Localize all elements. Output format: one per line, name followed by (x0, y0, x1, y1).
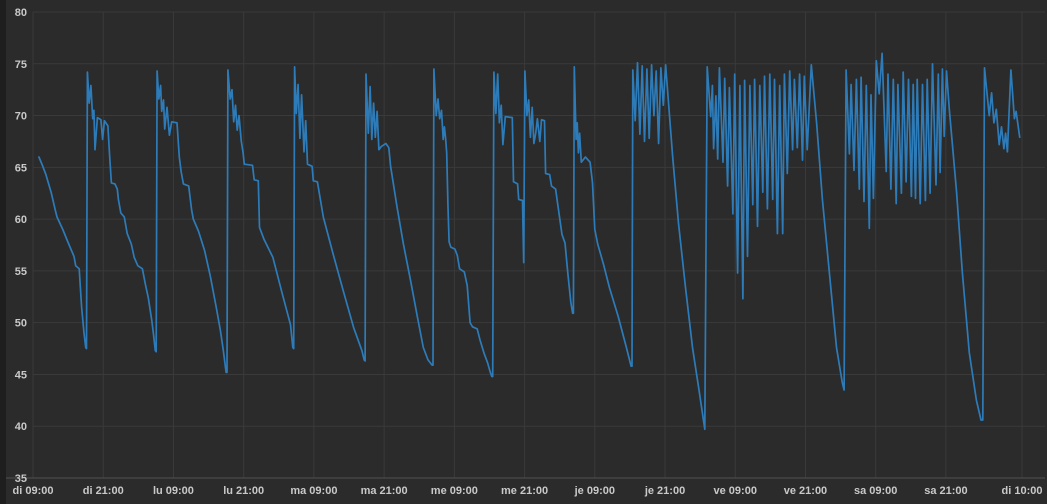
x-tick-label: di 10:00 (1002, 485, 1043, 497)
y-tick-label: 80 (15, 7, 27, 19)
x-tick-label: ve 09:00 (714, 485, 757, 497)
y-tick-label: 70 (15, 111, 27, 123)
x-tick-label: ma 21:00 (361, 485, 408, 497)
x-tick-label: di 21:00 (83, 485, 124, 497)
time-series-chart[interactable]: 35 40 45 50 55 60 65 70 75 80 di 09:00 di 21:00 lu 0… (0, 0, 1047, 504)
y-tick-label: 50 (15, 318, 27, 330)
panel-background (6, 0, 1047, 504)
x-axis-labels: di 09:00 di 21:00 lu 09:00 lu 21:00 ma 09:00… (13, 485, 1043, 497)
x-tick-label: me 09:00 (431, 485, 478, 497)
x-tick-label: ve 21:00 (784, 485, 827, 497)
x-tick-label: lu 21:00 (223, 485, 264, 497)
x-tick-label: ma 09:00 (290, 485, 337, 497)
x-tick-label: me 21:00 (501, 485, 548, 497)
y-tick-label: 40 (15, 421, 27, 433)
y-tick-label: 55 (15, 266, 27, 278)
x-tick-label: lu 09:00 (153, 485, 194, 497)
x-tick-label: di 09:00 (13, 485, 54, 497)
y-tick-label: 35 (15, 473, 27, 485)
graph-panel: 35 40 45 50 55 60 65 70 75 80 di 09:00 di 21:00 lu 0… (0, 0, 1047, 504)
x-tick-label: je 21:00 (644, 485, 685, 497)
x-tick-label: sa 21:00 (924, 485, 967, 497)
y-tick-label: 60 (15, 214, 27, 226)
y-tick-label: 45 (15, 369, 27, 381)
x-tick-label: je 09:00 (574, 485, 615, 497)
y-tick-label: 75 (15, 59, 27, 71)
x-tick-label: sa 09:00 (854, 485, 897, 497)
y-tick-label: 65 (15, 162, 27, 174)
